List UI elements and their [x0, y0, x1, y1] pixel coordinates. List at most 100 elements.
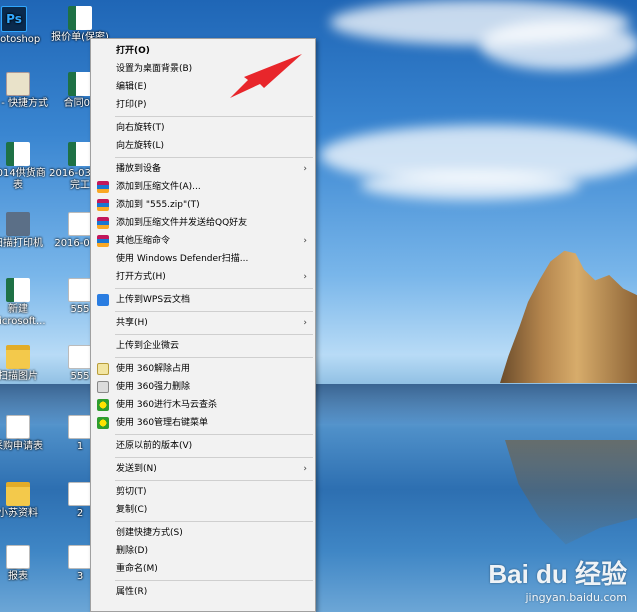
xl-file-icon [68, 72, 92, 96]
annotation-arrow-icon [230, 54, 302, 98]
360-shield-icon [97, 417, 109, 429]
desktop-icon[interactable]: 小苏资料 [0, 482, 50, 520]
menu-separator [115, 580, 313, 581]
menu-separator [115, 116, 313, 117]
context-menu-item[interactable]: 复制(C) [91, 501, 315, 519]
context-menu-item[interactable]: 创建快捷方式(S) [91, 524, 315, 542]
sea-cliff [500, 250, 637, 383]
desktop-icon-label: 报表 [8, 571, 28, 582]
menu-item-label: 向右旋转(T) [116, 123, 165, 133]
desktop-icon-label: 新建 Microsoft... [0, 304, 46, 327]
submenu-chevron-icon: › [303, 464, 307, 474]
menu-item-label: 添加到压缩文件并发送给QQ好友 [116, 218, 248, 228]
context-menu-item[interactable]: 属性(R) [91, 583, 315, 601]
ps-file-icon: Ps [1, 6, 27, 32]
doc-file-icon [68, 545, 92, 569]
context-menu-item[interactable]: 添加到压缩文件并发送给QQ好友 [91, 214, 315, 232]
menu-item-label: 添加到 "555.zip"(T) [116, 200, 200, 210]
menu-separator [115, 480, 313, 481]
desktop-icon[interactable]: Ps Photoshop [0, 6, 46, 46]
context-menu-item[interactable]: 使用 360进行木马云查杀 [91, 396, 315, 414]
context-menu-item[interactable]: 添加到 "555.zip"(T) [91, 196, 315, 214]
context-menu-item[interactable]: 向右旋转(T) [91, 119, 315, 137]
context-menu-item[interactable]: 其他压缩命令 › [91, 232, 315, 250]
menu-item-label: 上传到WPS云文档 [116, 295, 191, 305]
submenu-chevron-icon: › [303, 272, 307, 282]
baidu-jingyan-watermark: Bai du 经验 jingyan.baidu.com [488, 554, 627, 604]
desktop-icon-label: 采购申请表 [0, 441, 43, 452]
context-menu: 打开(O) 设置为桌面背景(B) 编辑(E) 打印(P) 向右旋转(T) 向左旋转(L) 播… [90, 38, 316, 612]
desktop-icon-label: 2014供货商表 [0, 168, 46, 191]
360-shield-icon [97, 399, 109, 411]
menu-item-label: 使用 Windows Defender扫描... [116, 254, 249, 264]
xl-file-icon [68, 142, 92, 166]
context-menu-item[interactable]: 使用 360强力删除 [91, 378, 315, 396]
menu-item-label: 删除(D) [116, 546, 148, 556]
menu-separator [115, 334, 313, 335]
desktop-icon[interactable]: 2014供货商表 [0, 142, 50, 192]
winrar-archive-icon [97, 235, 109, 247]
desktop-icon[interactable]: 扫描打印机 [0, 212, 50, 250]
desktop-icon-label: 小苏资料 [0, 508, 38, 519]
doc-file-icon [6, 545, 30, 569]
menu-item-label: 添加到压缩文件(A)... [116, 182, 201, 192]
menu-item-label: 复制(C) [116, 505, 148, 515]
menu-item-label: 属性(R) [116, 587, 148, 597]
menu-item-label: 使用 360管理右键菜单 [116, 418, 209, 428]
context-menu-item[interactable]: 添加到压缩文件(A)... [91, 178, 315, 196]
context-menu-item[interactable]: 上传到WPS云文档 [91, 291, 315, 309]
xl-file-icon [6, 142, 30, 166]
context-menu-item[interactable]: 共享(H) › [91, 314, 315, 332]
context-menu-item[interactable]: 删除(D) [91, 542, 315, 560]
desktop-icon[interactable]: 采购申请表 [0, 415, 50, 453]
folder-file-icon [6, 482, 30, 506]
menu-item-label: 重命名(M) [116, 564, 158, 574]
context-menu-item[interactable]: 剪切(T) [91, 483, 315, 501]
xl-file-icon [6, 278, 30, 302]
menu-separator [115, 357, 313, 358]
menu-item-label: 编辑(E) [116, 82, 147, 92]
doc-file-icon [68, 212, 92, 236]
menu-item-label: 创建快捷方式(S) [116, 528, 183, 538]
context-menu-item[interactable]: 使用 Windows Defender扫描... [91, 250, 315, 268]
doc-file-icon [68, 278, 92, 302]
desktop-icon[interactable]: 图 - 快捷方式 [0, 72, 50, 110]
menu-separator [115, 434, 313, 435]
context-menu-item[interactable]: 使用 360解除占用 [91, 360, 315, 378]
watermark-logo: Bai du 经验 [488, 559, 627, 589]
menu-item-label: 使用 360进行木马云查杀 [116, 400, 218, 410]
menu-item-label: 共享(H) [116, 318, 148, 328]
menu-separator [115, 311, 313, 312]
context-menu-item[interactable]: 上传到企业微云 [91, 337, 315, 355]
menu-separator [115, 157, 313, 158]
desktop-icon[interactable]: 报表 [0, 545, 50, 583]
xl-file-icon [68, 6, 92, 30]
menu-item-label: 设置为桌面背景(B) [116, 64, 193, 74]
context-menu-item[interactable]: 向左旋转(L) [91, 137, 315, 155]
desktop-icon-label: 图 - 快捷方式 [0, 98, 48, 109]
context-menu-item[interactable]: 使用 360管理右键菜单 [91, 414, 315, 432]
submenu-chevron-icon: › [303, 164, 307, 174]
desktop-icon-label: Photoshop [0, 34, 41, 45]
context-menu-item[interactable]: 打开方式(H) › [91, 268, 315, 286]
desktop-icon[interactable]: 新建 Microsoft... [0, 278, 50, 328]
menu-separator [115, 288, 313, 289]
doc-file-icon [68, 345, 92, 369]
desktop-icon[interactable]: 扫描图片 [0, 345, 50, 383]
menu-item-label: 上传到企业微云 [116, 341, 180, 351]
winrar-archive-icon [97, 217, 109, 229]
app-file-icon [6, 212, 30, 236]
menu-item-label: 使用 360解除占用 [116, 364, 191, 374]
menu-item-label: 使用 360强力删除 [116, 382, 191, 392]
submenu-chevron-icon: › [303, 236, 307, 246]
menu-item-label: 还原以前的版本(V) [116, 441, 193, 451]
menu-separator [115, 521, 313, 522]
menu-item-label: 打开(O) [116, 46, 150, 56]
menu-item-label: 发送到(N) [116, 464, 157, 474]
winrar-archive-icon [97, 181, 109, 193]
doc-file-icon [6, 415, 30, 439]
context-menu-item[interactable]: 播放到设备 › [91, 160, 315, 178]
context-menu-item[interactable]: 重命名(M) [91, 560, 315, 578]
context-menu-item[interactable]: 还原以前的版本(V) [91, 437, 315, 455]
context-menu-item[interactable]: 发送到(N) › [91, 460, 315, 478]
